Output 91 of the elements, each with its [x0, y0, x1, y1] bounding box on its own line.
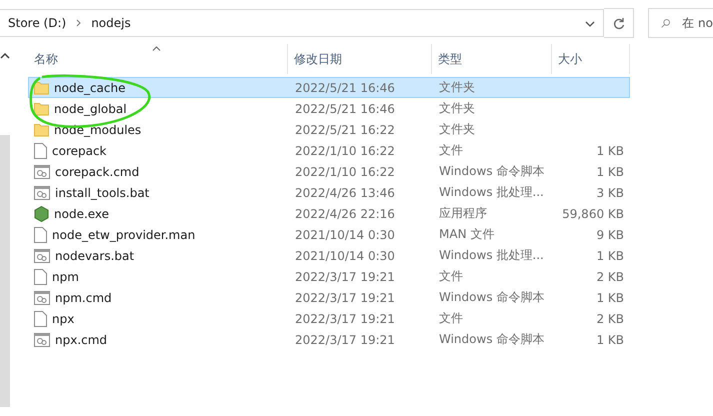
file-row[interactable]: npx 2022/3/17 19:21 文件 2 KB	[28, 308, 630, 329]
file-size: 1 KB	[595, 248, 625, 262]
file-size: 2 KB	[595, 270, 625, 284]
refresh-button[interactable]	[604, 8, 634, 38]
file-name: node_etw_provider.man	[52, 228, 196, 242]
breadcrumb-item[interactable]: nodejs	[91, 16, 131, 30]
file-type: 文件	[438, 268, 464, 285]
file-row[interactable]: node_global 2022/5/21 16:46 文件夹	[28, 98, 630, 119]
file-row[interactable]: node_modules 2022/5/21 16:22 文件夹	[28, 119, 630, 140]
modified-date: 2022/5/21 16:46	[294, 80, 396, 94]
file-icon	[34, 226, 47, 242]
file-row[interactable]: corepack 2022/1/10 16:22 文件 1 KB	[28, 140, 630, 161]
folder-icon	[34, 102, 49, 116]
modified-date: 2022/5/21 16:22	[294, 122, 396, 136]
folder-icon	[34, 80, 49, 94]
file-icon	[34, 268, 47, 284]
script-file-icon	[34, 332, 50, 346]
modified-date: 2021/10/14 0:30	[294, 248, 396, 262]
file-size: 1 KB	[595, 144, 625, 158]
scroll-up-icon[interactable]	[0, 52, 10, 59]
breadcrumb-item[interactable]: Store (D:)	[8, 16, 66, 30]
file-name: node.exe	[54, 206, 110, 220]
chevron-down-icon[interactable]	[585, 21, 595, 27]
script-file-icon	[34, 186, 50, 200]
file-name: node_cache	[54, 80, 126, 94]
file-name: npx.cmd	[55, 332, 108, 346]
file-row[interactable]: node_etw_provider.man 2021/10/14 0:30 MAN 文件 9 KB	[28, 224, 630, 245]
file-type: Windows 批处理...	[438, 184, 545, 201]
file-name: npm	[52, 270, 79, 284]
column-header[interactable]: 修改日期	[288, 44, 432, 74]
file-icon	[34, 310, 47, 326]
file-type: 文件夹	[438, 79, 476, 96]
modified-date: 2022/1/10 16:22	[294, 164, 396, 178]
file-type: 应用程序	[438, 205, 488, 222]
folder-icon	[34, 122, 49, 136]
file-type: 文件夹	[438, 100, 476, 117]
file-row[interactable]: npm 2022/3/17 19:21 文件 2 KB	[28, 266, 630, 287]
file-type: Windows 批处理...	[438, 247, 545, 264]
file-name: corepack	[52, 144, 107, 158]
file-row[interactable]: npm.cmd 2022/3/17 19:21 Windows 命令脚本 1 KB	[28, 287, 630, 308]
modified-date: 2022/5/21 16:46	[294, 102, 396, 116]
chevron-right-icon	[76, 19, 82, 27]
file-size: 1 KB	[595, 332, 625, 346]
file-size: 2 KB	[595, 312, 625, 326]
modified-date: 2022/3/17 19:21	[294, 270, 396, 284]
file-row[interactable]: node_cache 2022/5/21 16:46 文件夹	[28, 77, 630, 98]
column-header[interactable]: 大小	[552, 44, 630, 74]
scrollbar-thumb[interactable]	[0, 135, 10, 407]
script-file-icon	[34, 164, 50, 178]
modified-date: 2022/3/17 19:21	[294, 312, 396, 326]
file-type: 文件	[438, 310, 464, 327]
file-name: install_tools.bat	[55, 186, 150, 200]
address-bar[interactable]: Store (D:) nodejs	[0, 9, 604, 37]
file-type: Windows 命令脚本	[438, 331, 546, 348]
refresh-icon	[612, 16, 624, 30]
modified-date: 2022/4/26 22:16	[294, 206, 396, 220]
file-name: npx	[52, 312, 74, 326]
file-size: 59,860 KB	[561, 206, 625, 220]
file-type: 文件夹	[438, 121, 476, 138]
hexagon-icon	[34, 206, 49, 222]
file-size: 3 KB	[595, 186, 625, 200]
file-name: nodevars.bat	[55, 248, 134, 262]
file-size: 9 KB	[595, 228, 625, 242]
file-size: 1 KB	[595, 290, 625, 304]
modified-date: 2022/3/17 19:21	[294, 332, 396, 346]
modified-date: 2022/4/26 13:46	[294, 186, 396, 200]
column-header[interactable]: 类型	[432, 44, 552, 74]
sort-caret-icon	[152, 46, 161, 51]
search-field[interactable]: 在 no	[648, 8, 713, 38]
file-size: 1 KB	[595, 164, 625, 178]
script-file-icon	[34, 248, 50, 262]
script-file-icon	[34, 290, 50, 304]
search-icon	[661, 16, 670, 30]
modified-date: 2021/10/14 0:30	[294, 228, 396, 242]
file-row[interactable]: nodevars.bat 2021/10/14 0:30 Windows 批处理... 1 KB	[28, 245, 630, 266]
column-header[interactable]: 名称	[28, 44, 288, 74]
file-type: 文件	[438, 142, 464, 159]
file-row[interactable]: install_tools.bat 2022/4/26 13:46 Windows 批处理... 3 KB	[28, 182, 630, 203]
file-row[interactable]: corepack.cmd 2022/1/10 16:22 Windows 命令脚本 1 KB	[28, 161, 630, 182]
file-type: Windows 命令脚本	[438, 289, 546, 306]
file-name: npm.cmd	[55, 290, 112, 304]
file-type: MAN 文件	[438, 226, 496, 243]
file-row[interactable]: npx.cmd 2022/3/17 19:21 Windows 命令脚本 1 KB	[28, 329, 630, 350]
file-row[interactable]: node.exe 2022/4/26 22:16 应用程序 59,860 KB	[28, 203, 630, 224]
modified-date: 2022/3/17 19:21	[294, 290, 396, 304]
file-type: Windows 命令脚本	[438, 163, 546, 180]
modified-date: 2022/1/10 16:22	[294, 144, 396, 158]
file-name: corepack.cmd	[55, 164, 140, 178]
file-icon	[34, 142, 47, 158]
file-name: node_modules	[54, 122, 142, 136]
file-name: node_global	[54, 102, 127, 116]
